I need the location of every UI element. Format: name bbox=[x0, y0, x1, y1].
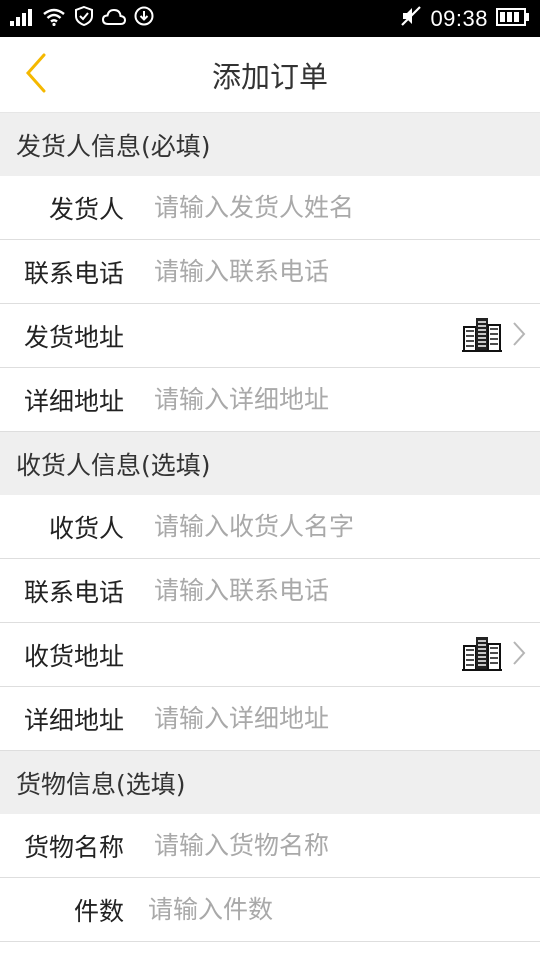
sender-phone-input[interactable] bbox=[154, 257, 484, 286]
receiver-detail-label: 详细地址 bbox=[23, 705, 124, 735]
download-icon bbox=[134, 6, 154, 31]
building-icon bbox=[462, 634, 502, 676]
sender-address-label: 发货地址 bbox=[23, 322, 124, 352]
back-button[interactable] bbox=[6, 37, 66, 112]
page-title: 添加订单 bbox=[211, 59, 328, 94]
receiver-name-row: 收货人 bbox=[0, 495, 540, 559]
sender-phone-row: 联系电话 bbox=[0, 240, 540, 304]
receiver-name-input[interactable] bbox=[154, 512, 484, 541]
status-bar-right: 09:38 bbox=[400, 5, 530, 32]
goods-count-input[interactable] bbox=[148, 895, 478, 924]
goods-name-label: 货物名称 bbox=[23, 832, 124, 862]
sender-name-input[interactable] bbox=[154, 193, 484, 222]
battery-icon bbox=[496, 7, 530, 31]
status-time: 09:38 bbox=[430, 5, 488, 31]
receiver-detail-row: 详细地址 bbox=[0, 687, 540, 751]
sender-name-row: 发货人 bbox=[0, 176, 540, 240]
cloud-icon bbox=[101, 7, 127, 31]
status-bar: 09:38 bbox=[0, 0, 540, 37]
goods-count-label: 件数 bbox=[73, 896, 124, 926]
receiver-address-picker[interactable] bbox=[462, 623, 526, 686]
sender-detail-row: 详细地址 bbox=[0, 368, 540, 432]
sender-detail-label: 详细地址 bbox=[23, 386, 124, 416]
mute-icon bbox=[400, 5, 422, 32]
sender-section-header: 发货人信息(必填) bbox=[0, 113, 540, 176]
sender-name-label: 发货人 bbox=[48, 194, 124, 224]
chevron-right-icon bbox=[512, 640, 526, 670]
receiver-phone-input[interactable] bbox=[154, 576, 484, 605]
nav-bar: 添加订单 bbox=[0, 37, 540, 113]
receiver-address-row[interactable]: 收货地址 bbox=[0, 623, 540, 687]
sender-detail-input[interactable] bbox=[154, 385, 484, 414]
goods-count-row: 件数 bbox=[0, 878, 540, 942]
goods-name-row: 货物名称 bbox=[0, 814, 540, 878]
receiver-detail-input[interactable] bbox=[154, 704, 484, 733]
receiver-phone-row: 联系电话 bbox=[0, 559, 540, 623]
building-icon bbox=[462, 315, 502, 357]
sender-address-row[interactable]: 发货地址 bbox=[0, 304, 540, 368]
chevron-left-icon bbox=[25, 53, 47, 97]
wifi-icon bbox=[42, 7, 66, 31]
status-bar-left bbox=[10, 5, 154, 31]
receiver-address-label: 收货地址 bbox=[23, 641, 124, 671]
sender-phone-label: 联系电话 bbox=[23, 258, 124, 288]
chevron-right-icon bbox=[512, 321, 526, 351]
receiver-name-label: 收货人 bbox=[48, 513, 124, 543]
receiver-phone-label: 联系电话 bbox=[23, 577, 124, 607]
goods-name-input[interactable] bbox=[154, 831, 484, 860]
goods-section-header: 货物信息(选填) bbox=[0, 751, 540, 814]
sync-shield-icon bbox=[74, 5, 94, 31]
signal-icon bbox=[10, 7, 34, 31]
receiver-section-header: 收货人信息(选填) bbox=[0, 432, 540, 495]
sender-address-picker[interactable] bbox=[462, 304, 526, 367]
